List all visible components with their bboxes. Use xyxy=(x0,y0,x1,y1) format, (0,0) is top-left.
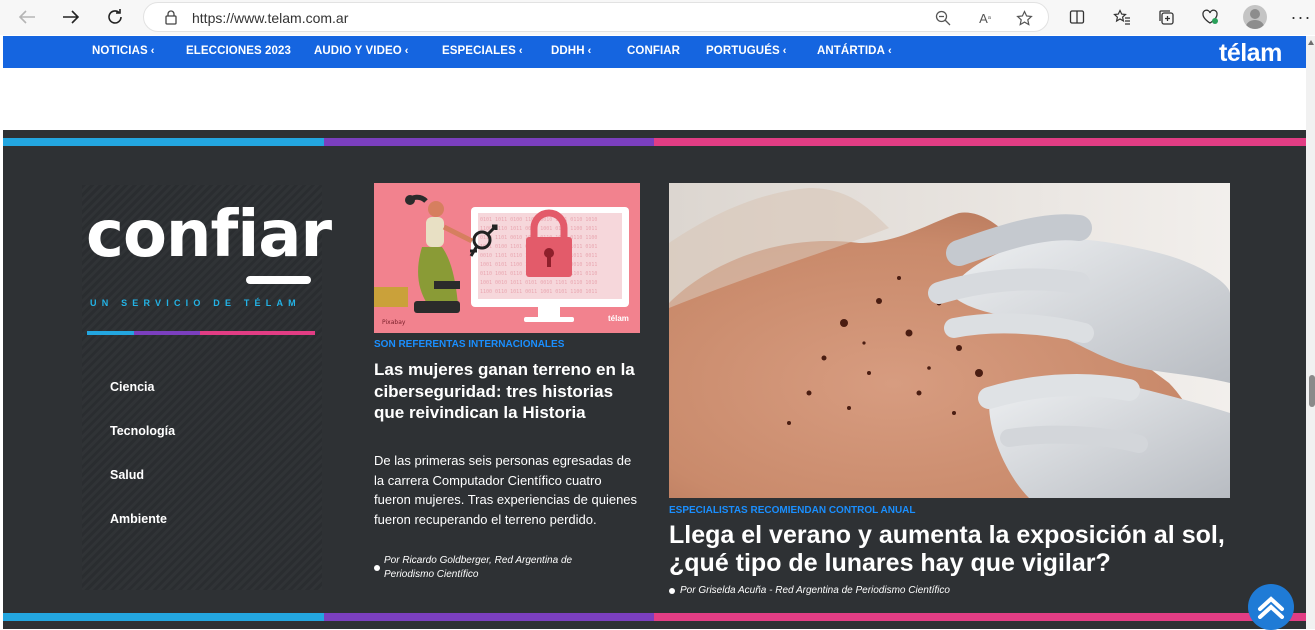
svg-text:1001 0010 1011 0101 0010 1101: 1001 0010 1011 0101 0010 1101 0110 1010 xyxy=(480,280,597,286)
confiar-tagline: UN SERVICIO DE TÉLAM xyxy=(90,298,301,308)
nav-item-portugues[interactable]: PORTUGUÉS ‹ xyxy=(706,45,787,57)
sidebar-link-tecnologia[interactable]: Tecnología xyxy=(110,424,175,438)
url-text[interactable]: https://www.telam.com.ar xyxy=(192,10,348,26)
favorite-star-icon[interactable] xyxy=(1013,8,1035,28)
zoom-icon[interactable] xyxy=(932,8,954,28)
article-1-summary: De las primeras seis personas egresadas … xyxy=(374,453,638,527)
nav-item-noticias[interactable]: NOTICIAS ‹ xyxy=(92,45,155,57)
sidebar-link-ciencia[interactable]: Ciencia xyxy=(110,380,154,394)
scrollbar-thumb[interactable] xyxy=(1309,375,1315,407)
article-2-headline[interactable]: Llega el verano y aumenta la exposición … xyxy=(669,521,1229,577)
article-1-byline[interactable]: Por Ricardo Goldberger, Red Argentina de… xyxy=(384,554,624,582)
stripe-purple xyxy=(324,138,654,146)
stripe-blue xyxy=(3,613,324,621)
svg-text:1100 0110 1011 0011 1001 0101: 1100 0110 1011 0011 1001 0101 1100 1011 xyxy=(480,226,597,232)
browser-essentials-icon[interactable] xyxy=(1198,6,1222,28)
article-2-byline[interactable]: Por Griselda Acuña - Red Argentina de Pe… xyxy=(680,584,1180,598)
back-arrow-icon[interactable] xyxy=(13,4,41,30)
chevron-icon: ‹ xyxy=(404,45,409,57)
chevron-icon: ‹ xyxy=(887,45,892,57)
nav-item-elecciones[interactable]: ELECCIONES 2023 xyxy=(186,45,291,57)
lock-icon[interactable] xyxy=(164,10,178,25)
nav-item-confiar[interactable]: CONFIAR xyxy=(627,45,680,57)
stripe-pink xyxy=(654,613,1306,621)
scroll-to-top-button[interactable] xyxy=(1248,584,1294,630)
browser-toolbar: https://www.telam.com.ar Aᵃ ··· xyxy=(0,0,1315,35)
sidebar-link-salud[interactable]: Salud xyxy=(110,468,144,482)
read-aloud-icon[interactable]: Aᵃ xyxy=(974,8,996,28)
stripe-blue xyxy=(3,138,324,146)
chevron-icon: ‹ xyxy=(782,45,787,57)
mini-stripe-purple xyxy=(134,331,200,335)
byline-bullet xyxy=(669,588,675,594)
profile-avatar[interactable] xyxy=(1243,5,1267,29)
telam-logo[interactable]: télam xyxy=(1219,39,1282,68)
favorites-icon[interactable] xyxy=(1110,6,1134,28)
nav-item-audio-video[interactable]: AUDIO Y VIDEO ‹ xyxy=(314,45,409,57)
site-navigation: NOTICIAS ‹ ELECCIONES 2023 AUDIO Y VIDEO ‹… xyxy=(3,36,1306,68)
confiar-logo-underline xyxy=(246,276,311,284)
image-watermark: télam xyxy=(608,314,629,323)
stripe-purple xyxy=(324,613,654,621)
page-scrollbar[interactable] xyxy=(1306,36,1315,629)
address-bar[interactable]: https://www.telam.com.ar Aᵃ xyxy=(143,2,1049,32)
article-2-kicker[interactable]: ESPECIALISTAS RECOMIENDAN CONTROL ANUAL xyxy=(669,505,916,516)
mini-stripe-blue xyxy=(87,331,134,335)
refresh-icon[interactable] xyxy=(101,4,129,30)
nav-item-ddhh[interactable]: DDHH ‹ xyxy=(551,45,591,57)
sidebar-link-ambiente[interactable]: Ambiente xyxy=(110,512,167,526)
chevron-icon: ‹ xyxy=(150,45,155,57)
article-1-headline[interactable]: Las mujeres ganan terreno en la ciberseg… xyxy=(374,359,639,424)
forward-arrow-icon[interactable] xyxy=(57,4,85,30)
collections-icon[interactable] xyxy=(1154,6,1178,28)
scroll-up-arrow-icon[interactable] xyxy=(1308,40,1314,45)
article-1-image[interactable]: 0101 1011 0100 1101 0010 1101 0110 1010 … xyxy=(374,183,640,333)
svg-text:1100 0110 1011 0011 1001 0101: 1100 0110 1011 0011 1001 0101 1100 1011 xyxy=(480,289,597,295)
chevron-icon: ‹ xyxy=(518,45,523,57)
more-options-icon[interactable]: ··· xyxy=(1289,6,1313,28)
article-2-image[interactable] xyxy=(669,183,1230,498)
split-screen-icon[interactable] xyxy=(1065,6,1089,28)
byline-bullet xyxy=(374,565,380,571)
chevron-icon: ‹ xyxy=(587,45,592,57)
confiar-logo[interactable]: confiar xyxy=(86,198,332,272)
stripe-pink xyxy=(654,138,1306,146)
content-spacer xyxy=(3,68,1306,130)
nav-item-antartida[interactable]: ANTÁRTIDA ‹ xyxy=(817,45,892,57)
image-credit: Pixabay xyxy=(382,319,406,326)
article-1-kicker[interactable]: SON REFERENTAS INTERNACIONALES xyxy=(374,339,564,350)
mini-stripe-pink xyxy=(200,331,315,335)
nav-item-especiales[interactable]: ESPECIALES ‹ xyxy=(442,45,523,57)
chevron-up-icon xyxy=(1258,596,1284,619)
